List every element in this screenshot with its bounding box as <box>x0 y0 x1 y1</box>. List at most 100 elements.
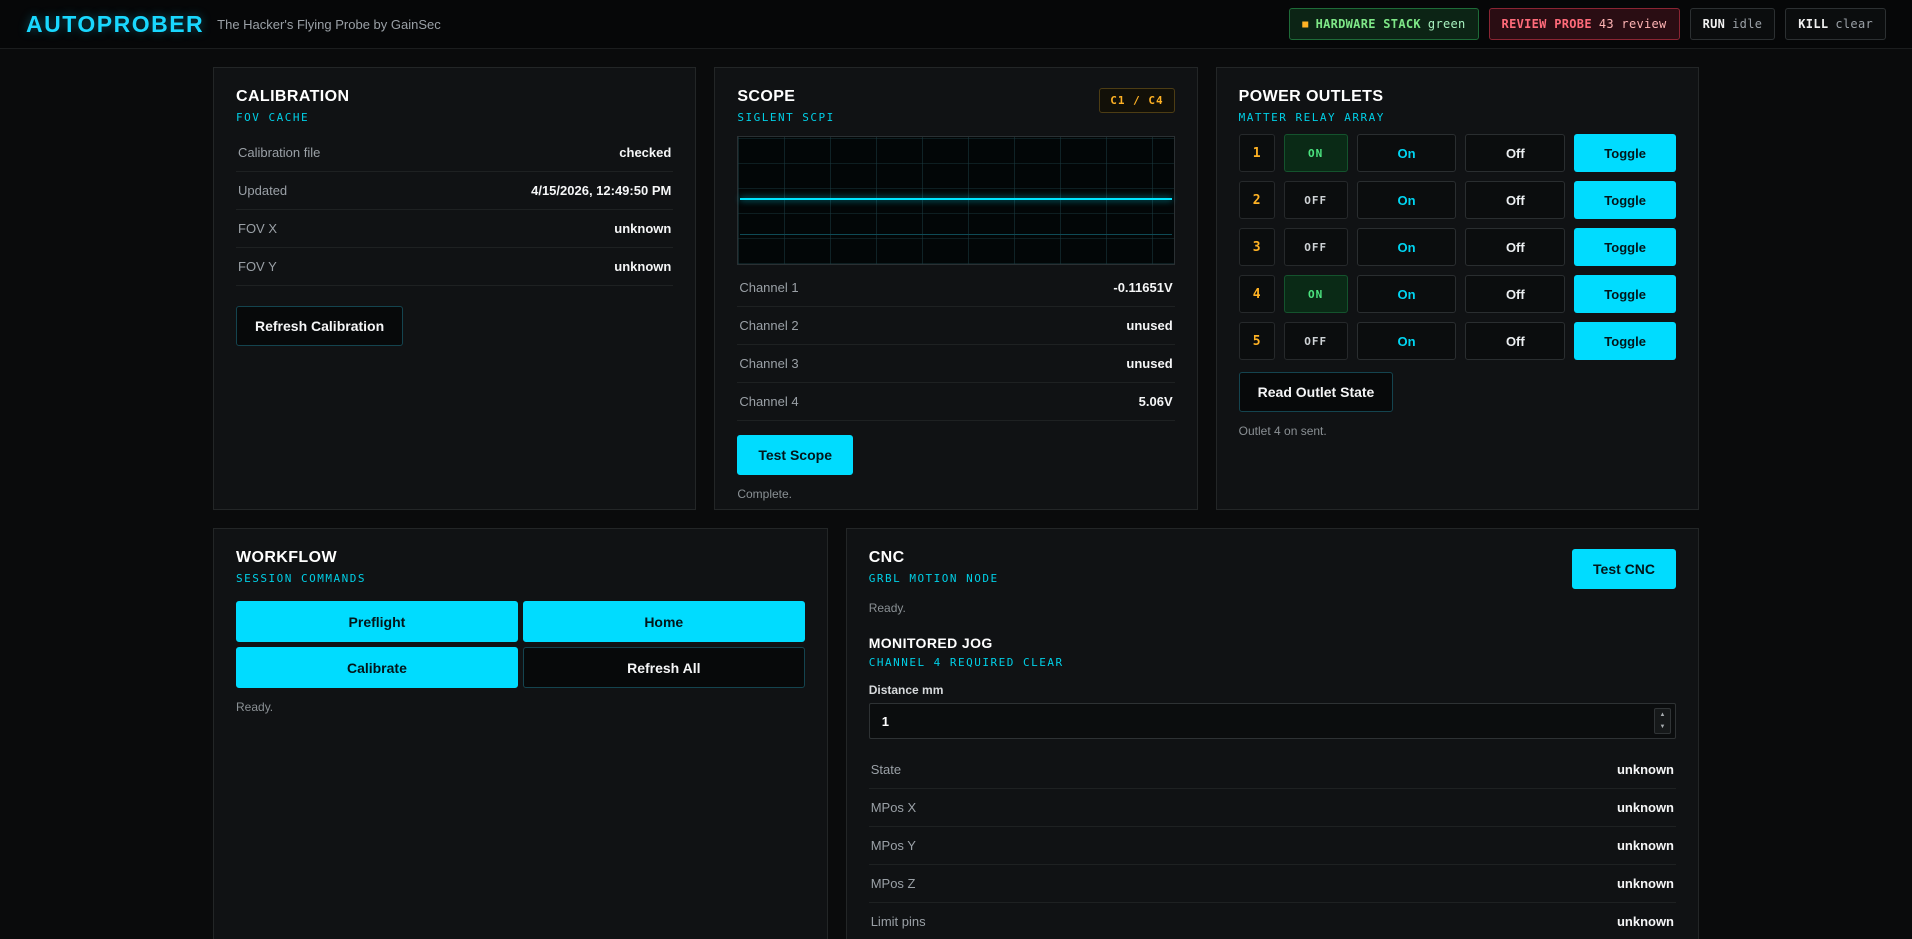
spinner-up-icon[interactable]: ▲ <box>1655 709 1670 721</box>
row-label: Channel 4 <box>739 394 798 409</box>
outlet-toggle-button[interactable]: Toggle <box>1574 228 1676 266</box>
table-row: FOV Y unknown <box>236 248 673 286</box>
outlet-off-button[interactable]: Off <box>1465 181 1565 219</box>
table-row: MPos Y unknown <box>869 827 1676 865</box>
run-label: RUN <box>1703 17 1726 31</box>
refresh-calibration-button[interactable]: Refresh Calibration <box>236 306 403 346</box>
calibration-panel: CALIBRATION FOV CACHE Calibration file c… <box>213 67 696 510</box>
scope-heading: SCOPE SIGLENT SCPI <box>737 88 834 124</box>
hardware-stack-label: HARDWARE STACK <box>1316 17 1421 31</box>
outlet-toggle-button[interactable]: Toggle <box>1574 322 1676 360</box>
row-value: 4/15/2026, 12:49:50 PM <box>531 183 671 198</box>
table-row: Channel 4 5.06V <box>737 383 1174 421</box>
scope-subtitle: SIGLENT SCPI <box>737 111 834 124</box>
test-scope-button[interactable]: Test Scope <box>737 435 853 475</box>
table-row: MPos X unknown <box>869 789 1676 827</box>
outlet-toggle-button[interactable]: Toggle <box>1574 275 1676 313</box>
distance-input-wrap: ▲ ▼ <box>869 703 1676 739</box>
outlet-number: 5 <box>1239 322 1275 360</box>
row-value: unused <box>1126 318 1172 333</box>
app-logo: AUTOPROBER <box>26 11 204 38</box>
distance-input[interactable] <box>869 703 1676 739</box>
row-label: MPos Z <box>871 876 916 891</box>
run-button[interactable]: RUN idle <box>1690 8 1776 40</box>
row-label: Updated <box>238 183 287 198</box>
workflow-subtitle: SESSION COMMANDS <box>236 572 805 585</box>
row-label: State <box>871 762 901 777</box>
outlet-row-2: 2 OFF On Off Toggle <box>1239 181 1676 219</box>
hardware-stack-value: green <box>1428 17 1466 31</box>
scope-channel-list: Channel 1 -0.11651V Channel 2 unused Cha… <box>737 269 1174 421</box>
outlet-off-button[interactable]: Off <box>1465 134 1565 172</box>
table-row: MPos Z unknown <box>869 865 1676 903</box>
home-button[interactable]: Home <box>523 601 805 642</box>
review-probe-label: REVIEW PROBE <box>1502 17 1592 31</box>
cnc-status: Ready. <box>869 601 1676 615</box>
row-value: unknown <box>1617 838 1674 853</box>
outlet-toggle-button[interactable]: Toggle <box>1574 181 1676 219</box>
hardware-status-icon: ■ <box>1302 19 1308 30</box>
distance-label: Distance mm <box>869 683 1676 697</box>
kill-label: KILL <box>1798 17 1828 31</box>
cnc-status-list: State unknown MPos X unknown MPos Y unkn… <box>869 751 1676 939</box>
outlet-state-badge: ON <box>1284 134 1348 172</box>
row-value: unknown <box>614 221 671 236</box>
table-row: Channel 3 unused <box>737 345 1174 383</box>
outlet-on-button[interactable]: On <box>1357 275 1457 313</box>
calibration-title: CALIBRATION <box>236 88 673 106</box>
row-value: unused <box>1126 356 1172 371</box>
scope-panel: SCOPE SIGLENT SCPI C1 / C4 Channel 1 -0.… <box>714 67 1197 510</box>
table-row: Channel 2 unused <box>737 307 1174 345</box>
row-value: unknown <box>1617 914 1674 929</box>
cnc-title: CNC <box>869 549 999 567</box>
outlets-status: Outlet 4 on sent. <box>1239 424 1676 438</box>
preflight-button[interactable]: Preflight <box>236 601 518 642</box>
outlet-state-badge: OFF <box>1284 322 1348 360</box>
row-label: Channel 1 <box>739 280 798 295</box>
outlet-rows: 1 ON On Off Toggle 2 OFF On Off Toggle 3… <box>1239 134 1676 360</box>
refresh-all-button[interactable]: Refresh All <box>523 647 805 688</box>
outlet-row-4: 4 ON On Off Toggle <box>1239 275 1676 313</box>
cnc-subtitle: GRBL MOTION NODE <box>869 572 999 585</box>
test-cnc-button[interactable]: Test CNC <box>1572 549 1676 589</box>
outlet-number: 2 <box>1239 181 1275 219</box>
workflow-title: WORKFLOW <box>236 549 805 567</box>
table-row: Updated 4/15/2026, 12:49:50 PM <box>236 172 673 210</box>
scope-status: Complete. <box>737 487 1174 501</box>
distance-spinner[interactable]: ▲ ▼ <box>1654 708 1671 734</box>
topbar-actions: ■ HARDWARE STACK green REVIEW PROBE 43 r… <box>1289 8 1886 40</box>
workflow-buttons: Preflight Home Calibrate Refresh All <box>236 601 805 688</box>
read-outlet-state-button[interactable]: Read Outlet State <box>1239 372 1394 412</box>
power-outlets-panel: POWER OUTLETS MATTER RELAY ARRAY 1 ON On… <box>1216 67 1699 510</box>
row-label: Calibration file <box>238 145 320 160</box>
outlet-row-3: 3 OFF On Off Toggle <box>1239 228 1676 266</box>
outlet-number: 1 <box>1239 134 1275 172</box>
outlet-off-button[interactable]: Off <box>1465 275 1565 313</box>
table-row: State unknown <box>869 751 1676 789</box>
monitored-jog-title: MONITORED JOG <box>869 635 1676 651</box>
spinner-down-icon[interactable]: ▼ <box>1655 721 1670 733</box>
row-value: unknown <box>614 259 671 274</box>
outlet-on-button[interactable]: On <box>1357 134 1457 172</box>
calibrate-button[interactable]: Calibrate <box>236 647 518 688</box>
review-probe-badge[interactable]: REVIEW PROBE 43 review <box>1489 8 1680 40</box>
outlets-title: POWER OUTLETS <box>1239 88 1676 106</box>
outlet-state-badge: OFF <box>1284 228 1348 266</box>
kill-button[interactable]: KILL clear <box>1785 8 1886 40</box>
row-label: Limit pins <box>871 914 926 929</box>
row-label: FOV X <box>238 221 277 236</box>
outlet-row-1: 1 ON On Off Toggle <box>1239 134 1676 172</box>
run-state: idle <box>1732 17 1762 31</box>
outlet-on-button[interactable]: On <box>1357 181 1457 219</box>
outlet-off-button[interactable]: Off <box>1465 322 1565 360</box>
kill-state: clear <box>1835 17 1873 31</box>
row-value: unknown <box>1617 762 1674 777</box>
outlet-on-button[interactable]: On <box>1357 228 1457 266</box>
outlet-on-button[interactable]: On <box>1357 322 1457 360</box>
outlet-off-button[interactable]: Off <box>1465 228 1565 266</box>
hardware-stack-badge[interactable]: ■ HARDWARE STACK green <box>1289 8 1478 40</box>
bottom-row: WORKFLOW SESSION COMMANDS Preflight Home… <box>213 528 1699 939</box>
app-tagline: The Hacker's Flying Probe by GainSec <box>217 17 441 32</box>
calibration-subtitle: FOV CACHE <box>236 111 673 124</box>
outlet-toggle-button[interactable]: Toggle <box>1574 134 1676 172</box>
